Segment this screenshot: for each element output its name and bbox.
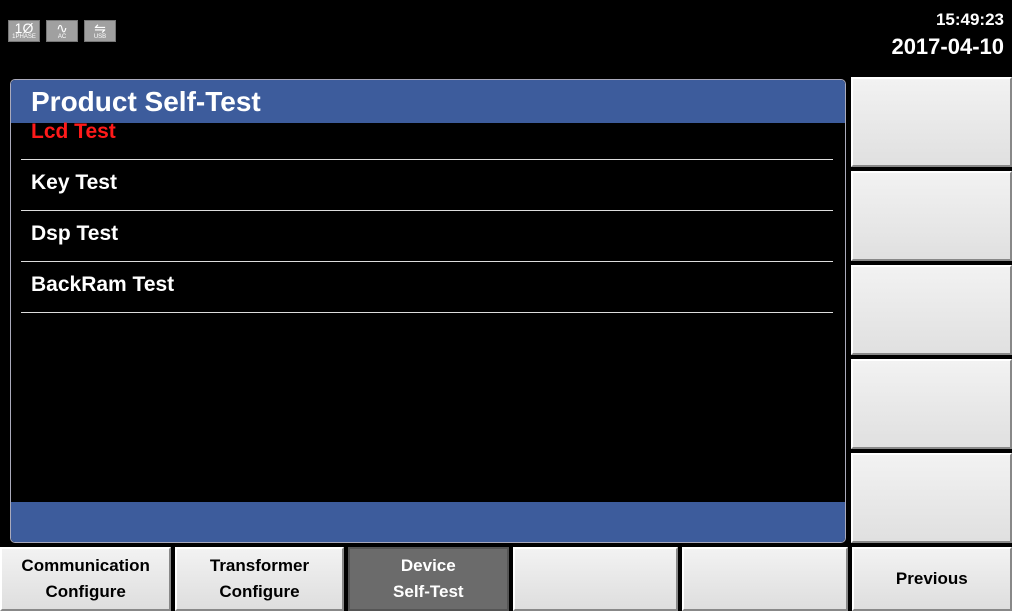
- device-self-test-button[interactable]: Device Self-Test: [347, 547, 509, 611]
- side-softkey-5[interactable]: [851, 453, 1012, 543]
- menu-item-key-test[interactable]: Key Test: [11, 160, 845, 211]
- panel-footer: [11, 502, 845, 542]
- side-softkey-2[interactable]: [851, 171, 1012, 261]
- bottom-softkeys: Communication Configure Transformer Conf…: [0, 547, 1012, 611]
- transformer-configure-button[interactable]: Transformer Configure: [175, 547, 344, 611]
- menu-item-label: Key Test: [31, 171, 117, 194]
- ac-waveform-icon: ∿ AC: [46, 20, 78, 42]
- page-title: Product Self-Test: [11, 80, 845, 123]
- menu-item-lcd-test[interactable]: Lcd Test: [11, 120, 845, 160]
- clock: 15:49:23 2017-04-10: [891, 10, 1004, 64]
- communication-configure-button[interactable]: Communication Configure: [0, 547, 172, 611]
- phase-icon: 1Ø 1PHASE: [8, 20, 40, 42]
- menu-item-label: Lcd Test: [31, 120, 116, 143]
- menu-item-backram-test[interactable]: BackRam Test: [11, 262, 845, 313]
- side-softkey-3[interactable]: [851, 265, 1012, 355]
- status-icons: 1Ø 1PHASE ∿ AC ⇋ USB: [8, 20, 116, 42]
- menu-item-dsp-test[interactable]: Dsp Test: [11, 211, 845, 262]
- previous-button[interactable]: Previous: [851, 547, 1012, 611]
- side-softkeys: [851, 77, 1012, 547]
- side-softkey-4[interactable]: [851, 359, 1012, 449]
- test-menu: Lcd Test Key Test Dsp Test BackRam Test: [11, 120, 845, 313]
- menu-item-label: Dsp Test: [31, 222, 119, 245]
- clock-time: 15:49:23: [935, 10, 1004, 29]
- bottom-softkey-5[interactable]: [682, 547, 848, 611]
- menu-item-label: BackRam Test: [31, 273, 175, 296]
- side-softkey-1[interactable]: [851, 77, 1012, 167]
- clock-date: 2017-04-10: [891, 34, 1004, 59]
- bottom-softkey-4[interactable]: [512, 547, 679, 611]
- self-test-panel: Product Self-Test Lcd Test Key Test Dsp …: [10, 79, 846, 543]
- usb-icon: ⇋ USB: [84, 20, 116, 42]
